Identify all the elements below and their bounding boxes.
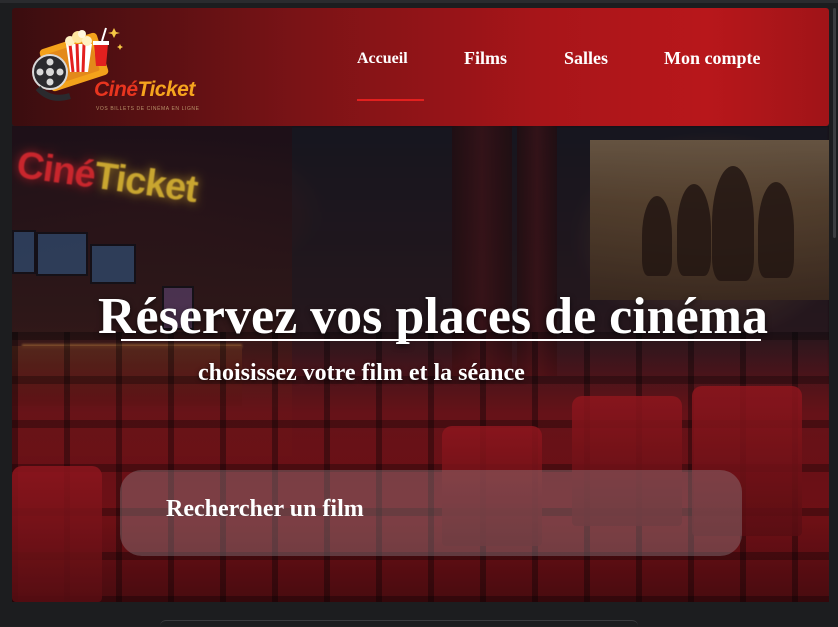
top-strip: [0, 0, 838, 3]
main-nav: Accueil Films Salles Mon compte: [12, 48, 829, 108]
hero-subtitle: choisissez votre film et la séance: [198, 360, 525, 386]
film-search-input[interactable]: Rechercher un film: [120, 470, 742, 556]
browser-viewport: CinéTicket VOS BILLETS DE CINÉMA EN LIGN…: [0, 0, 838, 626]
page-scrollbar[interactable]: [831, 8, 838, 608]
site-header: CinéTicket VOS BILLETS DE CINÉMA EN LIGN…: [12, 8, 829, 126]
scrollbar-thumb[interactable]: [833, 8, 836, 238]
nav-item-salles[interactable]: Salles: [564, 48, 608, 69]
nav-item-accueil[interactable]: Accueil: [357, 50, 408, 68]
hero-section: CinéTicket Réservez vos places de cinéma…: [12, 126, 829, 602]
hero-divider: [121, 339, 761, 341]
hero-title: Réservez vos places de cinéma: [97, 287, 769, 345]
nav-item-films[interactable]: Films: [464, 48, 507, 69]
active-nav-underline: [357, 99, 424, 101]
search-placeholder: Rechercher un film: [166, 496, 364, 522]
nav-item-mon-compte[interactable]: Mon compte: [664, 48, 760, 69]
